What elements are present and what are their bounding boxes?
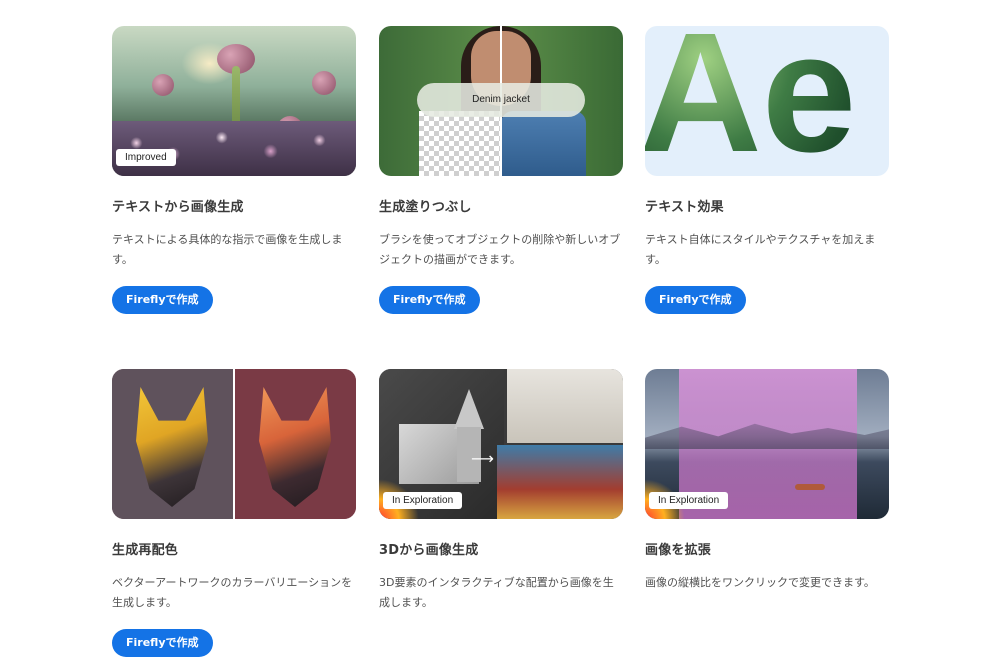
generative-fill-thumbnail[interactable]: Denim jacket — [379, 26, 623, 176]
in-exploration-badge: In Exploration — [649, 492, 729, 509]
expand-image-thumbnail[interactable]: In Exploration — [645, 369, 889, 519]
create-in-firefly-button[interactable]: Fireflyで作成 — [379, 286, 480, 314]
card-description: ベクターアートワークのカラーバリエーションを生成します。 — [112, 576, 353, 609]
card-title: 3Dから画像生成 — [379, 543, 479, 558]
text-to-image-thumbnail[interactable]: Improved — [112, 26, 356, 176]
create-in-firefly-button[interactable]: Fireflyで作成 — [112, 629, 213, 657]
card-title: 生成塗りつぶし — [379, 200, 472, 215]
create-in-firefly-button[interactable]: Fireflyで作成 — [645, 286, 746, 314]
card-description: テキストによる具体的な指示で画像を生成します。 — [112, 233, 343, 266]
card-description: 画像の縦横比をワンクリックで変更できます。 — [645, 576, 875, 589]
card-description: テキスト自体にスタイルやテクスチャを加えます。 — [645, 233, 876, 266]
3d-to-image-thumbnail[interactable]: ⟶ In Exploration — [379, 369, 623, 519]
card-description: ブラシを使ってオブジェクトの削除や新しいオブジェクトの描画ができます。 — [379, 233, 621, 266]
card-generative-fill: Denim jacket 生成塗りつぶし ブラシを使ってオブジェクトの削除や新し… — [379, 26, 623, 314]
text-effects-thumbnail[interactable]: Ae — [645, 26, 889, 176]
create-in-firefly-button[interactable]: Fireflyで作成 — [112, 286, 213, 314]
card-text-to-image: Improved テキストから画像生成 テキストによる具体的な指示で画像を生成し… — [112, 26, 356, 314]
card-text-effects: Ae テキスト効果 テキスト自体にスタイルやテクスチャを加えます。 Firefl… — [645, 26, 889, 314]
card-title: テキスト効果 — [645, 200, 724, 215]
card-generative-recolor: 生成再配色 ベクターアートワークのカラーバリエーションを生成します。 Firef… — [112, 369, 356, 657]
generative-recolor-thumbnail[interactable] — [112, 369, 356, 519]
prompt-field: Denim jacket — [417, 83, 585, 117]
card-title: 画像を拡張 — [645, 543, 712, 558]
card-3d-to-image: ⟶ In Exploration 3Dから画像生成 3D要素のインタラクティブな… — [379, 369, 623, 613]
in-exploration-badge: In Exploration — [383, 492, 463, 509]
card-expand-image: In Exploration 画像を拡張 画像の縦横比をワンクリックで変更できま… — [645, 369, 889, 593]
text-effect-glyphs: Ae — [645, 26, 856, 176]
card-description: 3D要素のインタラクティブな配置から画像を生成します。 — [379, 576, 614, 609]
card-title: 生成再配色 — [112, 543, 179, 558]
improved-badge: Improved — [116, 149, 176, 166]
card-title: テキストから画像生成 — [112, 200, 244, 215]
arrow-right-icon: ⟶ — [471, 449, 494, 468]
